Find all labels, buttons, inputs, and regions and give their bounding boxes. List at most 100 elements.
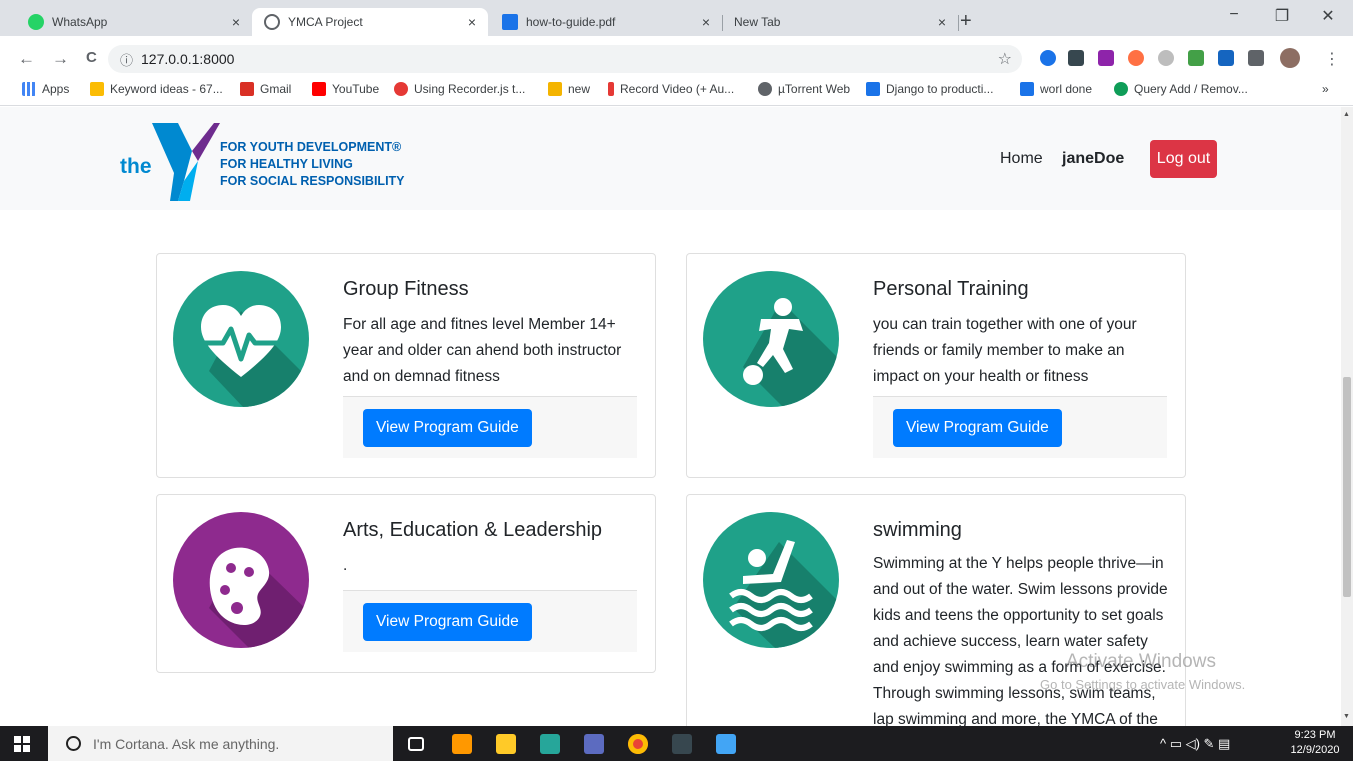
sublime-text-icon[interactable]: [452, 734, 472, 754]
site-info-icon[interactable]: ⓘ: [120, 50, 133, 69]
scroll-up-icon[interactable]: ▲: [1343, 111, 1350, 118]
bookmark-item[interactable]: Gmail: [240, 82, 291, 96]
bookmark-label: Gmail: [260, 82, 292, 96]
extension-fire-icon[interactable]: [1128, 50, 1144, 66]
scroll-down-icon[interactable]: ▼: [1343, 713, 1350, 720]
activate-windows-title: Activate Windows: [1066, 651, 1216, 672]
tab-title: WhatsApp: [52, 15, 108, 29]
tab-title: New Tab: [734, 15, 781, 29]
ymca-y-mark-icon: [152, 123, 220, 201]
bookmark-item[interactable]: Keyword ideas - 67...: [90, 82, 223, 96]
task-view-icon[interactable]: [408, 737, 424, 751]
extension-m-icon[interactable]: [1068, 50, 1084, 66]
bookmark-item[interactable]: Query Add / Remov...: [1114, 82, 1248, 96]
activate-windows-subtitle: Go to Settings to activate Windows.: [1040, 677, 1246, 692]
avatar[interactable]: [1280, 48, 1300, 68]
word-icon[interactable]: [716, 734, 736, 754]
bookmark-label: worl done: [1040, 82, 1093, 96]
clock-date: 12/9/2020: [1290, 744, 1340, 756]
bookmark-label: µTorrent Web: [778, 82, 851, 96]
bookmark-item[interactable]: Record Video (+ Au...: [608, 82, 734, 96]
extension-mega-icon[interactable]: [1218, 50, 1234, 66]
extension-grey-icon[interactable]: [1158, 50, 1174, 66]
extension-profile-icon[interactable]: [1040, 50, 1056, 66]
windows-taskbar: I'm Cortana. Ask me anything. ^ ▭ ◁) ✎ ▤…: [0, 726, 1353, 761]
menu-kebab-icon[interactable]: ⋮: [1324, 49, 1340, 69]
url-text[interactable]: 127.0.0.1:8000: [141, 51, 234, 67]
back-button[interactable]: ←: [18, 49, 35, 69]
program-card-group-fitness: Group Fitness For all age and fitnes lev…: [156, 253, 656, 478]
tab-ymca-project[interactable]: YMCA Project ×: [252, 8, 488, 36]
new-tab-button[interactable]: +: [960, 10, 972, 33]
file-explorer-icon[interactable]: [496, 734, 516, 754]
extension-code-icon[interactable]: [1098, 50, 1114, 66]
extension-wm-icon[interactable]: [1188, 50, 1204, 66]
card-footer: View Program Guide: [343, 590, 637, 652]
chrome-icon[interactable]: [628, 734, 648, 754]
google-ads-icon: [90, 82, 104, 96]
close-window-button[interactable]: ✕: [1308, 6, 1348, 26]
ymca-logo[interactable]: the FOR YOUTH DEVELOPMENT® FOR HEALTHY L…: [120, 121, 420, 201]
program-card-personal-training: Personal Training you can train together…: [686, 253, 1186, 478]
cortana-placeholder: I'm Cortana. Ask me anything.: [93, 735, 280, 752]
view-program-guide-button[interactable]: View Program Guide: [893, 409, 1062, 447]
tab-how-to-guide[interactable]: how-to-guide.pdf ×: [490, 8, 722, 36]
forward-button[interactable]: →: [52, 49, 69, 69]
card-text: you can train together with one of your …: [873, 316, 1137, 385]
reload-button[interactable]: C: [86, 49, 97, 66]
bookmark-star-icon[interactable]: ☆: [998, 49, 1012, 69]
record-video-icon: [608, 82, 614, 96]
bookmark-item[interactable]: Django to producti...: [866, 82, 993, 96]
cortana-search-box[interactable]: I'm Cortana. Ask me anything.: [48, 726, 393, 761]
view-program-guide-button[interactable]: View Program Guide: [363, 603, 532, 641]
tab-new-tab[interactable]: New Tab ×: [722, 8, 958, 36]
app-icon[interactable]: [584, 734, 604, 754]
swimmer-icon: [703, 512, 839, 648]
address-bar[interactable]: ⓘ 127.0.0.1:8000 ☆: [108, 45, 1022, 73]
card-title: Personal Training: [873, 278, 1029, 300]
nav-home-link[interactable]: Home: [1000, 150, 1043, 168]
bookmark-label: Apps: [42, 82, 70, 96]
heart-pulse-icon: [173, 271, 309, 407]
restore-button[interactable]: ❐: [1262, 6, 1302, 26]
nav-username[interactable]: janeDoe: [1062, 150, 1124, 168]
bookmark-item[interactable]: worl done: [1020, 82, 1092, 96]
logout-button[interactable]: Log out: [1150, 140, 1217, 178]
tab-title: YMCA Project: [288, 15, 363, 29]
card-text: .: [343, 557, 348, 574]
taskbar-clock[interactable]: 9:23 PM 12/9/2020: [1280, 728, 1350, 758]
cortana-icon: [66, 736, 81, 751]
page-viewport: Group Fitness For all age and fitnes lev…: [0, 107, 1341, 726]
bookmark-item[interactable]: Using Recorder.js t...: [394, 82, 525, 96]
bookmark-item[interactable]: new: [548, 82, 590, 96]
stack-icon: [548, 82, 562, 96]
card-text: For all age and fitnes level Member 14+ …: [343, 316, 622, 385]
close-icon[interactable]: ×: [226, 14, 246, 30]
logo-tagline: FOR YOUTH DEVELOPMENT® FOR HEALTHY LIVIN…: [220, 139, 405, 190]
bookmark-item[interactable]: µTorrent Web: [758, 82, 850, 96]
tab-title: how-to-guide.pdf: [526, 15, 616, 29]
logo-the: the: [120, 155, 152, 178]
system-tray[interactable]: ^ ▭ ◁) ✎ ▤: [1160, 736, 1230, 752]
bookmarks-overflow-button[interactable]: »: [1322, 82, 1329, 96]
close-icon[interactable]: ×: [932, 14, 952, 30]
terminal-icon[interactable]: [672, 734, 692, 754]
page-scrollbar[interactable]: ▲ ▼: [1341, 107, 1353, 726]
image-icon: [1020, 82, 1034, 96]
scrollbar-thumb[interactable]: [1343, 377, 1351, 597]
tagline-line: FOR SOCIAL RESPONSIBILITY: [220, 174, 405, 188]
app-icon[interactable]: [540, 734, 560, 754]
close-icon[interactable]: ×: [696, 14, 716, 30]
bookmark-label: Record Video (+ Au...: [620, 82, 735, 96]
bookmark-item[interactable]: YouTube: [312, 82, 379, 96]
tab-separator: [958, 15, 959, 31]
program-card-arts-education: Arts, Education & Leadership . View Prog…: [156, 494, 656, 673]
minimize-button[interactable]: −: [1214, 6, 1254, 24]
tab-whatsapp[interactable]: WhatsApp ×: [16, 8, 252, 36]
view-program-guide-button[interactable]: View Program Guide: [363, 409, 532, 447]
bookmark-item[interactable]: Apps: [22, 82, 69, 96]
browser-tab-strip: WhatsApp × YMCA Project × how-to-guide.p…: [0, 0, 1353, 36]
close-icon[interactable]: ×: [462, 14, 482, 30]
extensions-puzzle-icon[interactable]: [1248, 50, 1264, 66]
windows-start-icon[interactable]: [14, 736, 30, 752]
